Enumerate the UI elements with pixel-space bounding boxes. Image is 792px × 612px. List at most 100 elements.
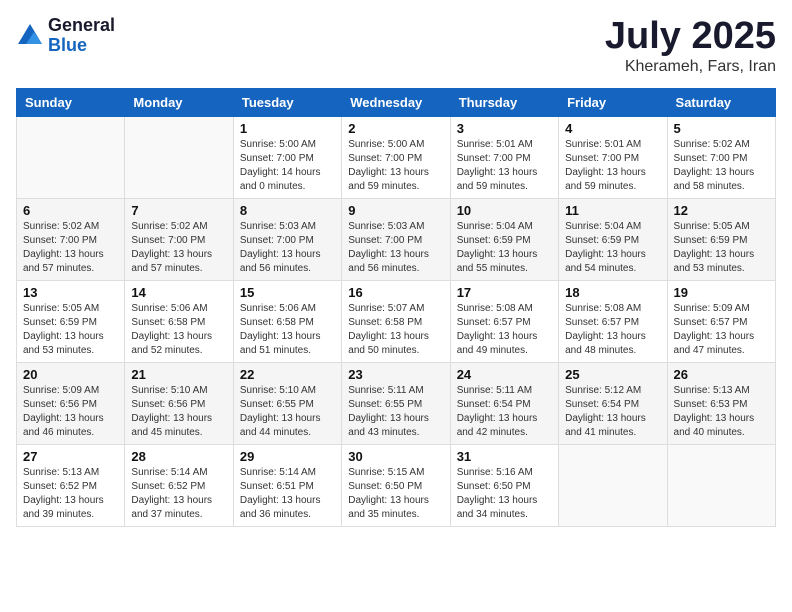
calendar-cell: 27 Sunrise: 5:13 AM Sunset: 6:52 PM Dayli… <box>17 444 125 526</box>
day-info: Sunrise: 5:13 AM Sunset: 6:52 PM Dayligh… <box>23 466 118 522</box>
weekday-header-sunday: Sunday <box>17 88 125 116</box>
weekday-header-row: SundayMondayTuesdayWednesdayThursdayFrid… <box>17 88 776 116</box>
calendar-cell: 21 Sunrise: 5:10 AM Sunset: 6:56 PM Dayli… <box>125 362 233 444</box>
calendar-cell: 19 Sunrise: 5:09 AM Sunset: 6:57 PM Dayli… <box>667 280 775 362</box>
calendar-cell: 16Sunrise: 5:07 AM Sunset: 6:58 PM Dayli… <box>342 280 450 362</box>
logo-blue: Blue <box>48 36 115 56</box>
calendar-row: 20 Sunrise: 5:09 AM Sunset: 6:56 PM Dayli… <box>17 362 776 444</box>
logo-text: General Blue <box>48 16 115 56</box>
page-header: General Blue July 2025 Kherameh, Fars, I… <box>16 16 776 76</box>
day-number: 14 <box>131 285 226 300</box>
calendar-cell <box>17 116 125 198</box>
day-number: 12 <box>674 203 769 218</box>
day-number: 13 <box>23 285 118 300</box>
calendar-cell: 8 Sunrise: 5:03 AM Sunset: 7:00 PM Daylig… <box>233 198 341 280</box>
day-info: Sunrise: 5:08 AM Sunset: 6:57 PM Dayligh… <box>457 302 552 358</box>
day-info: Sunrise: 5:06 AM Sunset: 6:58 PM Dayligh… <box>240 302 335 358</box>
day-number: 29 <box>240 449 335 464</box>
weekday-header-friday: Friday <box>559 88 667 116</box>
day-number: 19 <box>674 285 769 300</box>
calendar-cell: 25 Sunrise: 5:12 AM Sunset: 6:54 PM Dayli… <box>559 362 667 444</box>
day-number: 9 <box>348 203 443 218</box>
calendar-cell: 30 Sunrise: 5:15 AM Sunset: 6:50 PM Dayli… <box>342 444 450 526</box>
day-info: Sunrise: 5:10 AM Sunset: 6:56 PM Dayligh… <box>131 384 226 440</box>
calendar-cell: 20 Sunrise: 5:09 AM Sunset: 6:56 PM Dayli… <box>17 362 125 444</box>
day-info: Sunrise: 5:12 AM Sunset: 6:54 PM Dayligh… <box>565 384 660 440</box>
calendar-cell: 15 Sunrise: 5:06 AM Sunset: 6:58 PM Dayli… <box>233 280 341 362</box>
day-info: Sunrise: 5:09 AM Sunset: 6:57 PM Dayligh… <box>674 302 769 358</box>
day-info: Sunrise: 5:01 AM Sunset: 7:00 PM Dayligh… <box>565 138 660 194</box>
calendar-cell: 18 Sunrise: 5:08 AM Sunset: 6:57 PM Dayli… <box>559 280 667 362</box>
subtitle: Kherameh, Fars, Iran <box>605 58 776 76</box>
calendar-cell <box>667 444 775 526</box>
day-number: 30 <box>348 449 443 464</box>
day-number: 4 <box>565 121 660 136</box>
day-info: Sunrise: 5:01 AM Sunset: 7:00 PM Dayligh… <box>457 138 552 194</box>
calendar-cell: 10 Sunrise: 5:04 AM Sunset: 6:59 PM Dayli… <box>450 198 558 280</box>
weekday-header-wednesday: Wednesday <box>342 88 450 116</box>
calendar-cell: 4 Sunrise: 5:01 AM Sunset: 7:00 PM Daylig… <box>559 116 667 198</box>
weekday-header-saturday: Saturday <box>667 88 775 116</box>
day-info: Sunrise: 5:04 AM Sunset: 6:59 PM Dayligh… <box>457 220 552 276</box>
day-info: Sunrise: 5:11 AM Sunset: 6:54 PM Dayligh… <box>457 384 552 440</box>
day-number: 8 <box>240 203 335 218</box>
calendar-cell: 29 Sunrise: 5:14 AM Sunset: 6:51 PM Dayli… <box>233 444 341 526</box>
logo: General Blue <box>16 16 115 56</box>
day-number: 16 <box>348 285 443 300</box>
day-number: 20 <box>23 367 118 382</box>
calendar-cell: 24Sunrise: 5:11 AM Sunset: 6:54 PM Dayli… <box>450 362 558 444</box>
calendar-cell: 26 Sunrise: 5:13 AM Sunset: 6:53 PM Dayli… <box>667 362 775 444</box>
calendar-cell: 22Sunrise: 5:10 AM Sunset: 6:55 PM Dayli… <box>233 362 341 444</box>
day-number: 25 <box>565 367 660 382</box>
day-number: 23 <box>348 367 443 382</box>
day-number: 27 <box>23 449 118 464</box>
calendar-cell: 13 Sunrise: 5:05 AM Sunset: 6:59 PM Dayli… <box>17 280 125 362</box>
day-number: 22 <box>240 367 335 382</box>
calendar-row: 13 Sunrise: 5:05 AM Sunset: 6:59 PM Dayli… <box>17 280 776 362</box>
day-info: Sunrise: 5:16 AM Sunset: 6:50 PM Dayligh… <box>457 466 552 522</box>
day-number: 18 <box>565 285 660 300</box>
title-section: July 2025 Kherameh, Fars, Iran <box>605 16 776 76</box>
day-info: Sunrise: 5:03 AM Sunset: 7:00 PM Dayligh… <box>348 220 443 276</box>
day-info: Sunrise: 5:05 AM Sunset: 6:59 PM Dayligh… <box>23 302 118 358</box>
day-info: Sunrise: 5:02 AM Sunset: 7:00 PM Dayligh… <box>23 220 118 276</box>
day-number: 26 <box>674 367 769 382</box>
calendar-cell: 3Sunrise: 5:01 AM Sunset: 7:00 PM Daylig… <box>450 116 558 198</box>
day-number: 5 <box>674 121 769 136</box>
day-info: Sunrise: 5:04 AM Sunset: 6:59 PM Dayligh… <box>565 220 660 276</box>
calendar-cell: 31Sunrise: 5:16 AM Sunset: 6:50 PM Dayli… <box>450 444 558 526</box>
calendar-cell: 7Sunrise: 5:02 AM Sunset: 7:00 PM Daylig… <box>125 198 233 280</box>
day-info: Sunrise: 5:00 AM Sunset: 7:00 PM Dayligh… <box>240 138 335 194</box>
calendar-cell <box>559 444 667 526</box>
calendar-cell: 12 Sunrise: 5:05 AM Sunset: 6:59 PM Dayli… <box>667 198 775 280</box>
day-info: Sunrise: 5:09 AM Sunset: 6:56 PM Dayligh… <box>23 384 118 440</box>
day-info: Sunrise: 5:05 AM Sunset: 6:59 PM Dayligh… <box>674 220 769 276</box>
calendar-cell: 2 Sunrise: 5:00 AM Sunset: 7:00 PM Daylig… <box>342 116 450 198</box>
day-number: 11 <box>565 203 660 218</box>
day-info: Sunrise: 5:13 AM Sunset: 6:53 PM Dayligh… <box>674 384 769 440</box>
day-number: 2 <box>348 121 443 136</box>
day-info: Sunrise: 5:14 AM Sunset: 6:51 PM Dayligh… <box>240 466 335 522</box>
calendar-cell: 14 Sunrise: 5:06 AM Sunset: 6:58 PM Dayli… <box>125 280 233 362</box>
calendar-cell: 9 Sunrise: 5:03 AM Sunset: 7:00 PM Daylig… <box>342 198 450 280</box>
calendar-body: 1Sunrise: 5:00 AM Sunset: 7:00 PM Daylig… <box>17 116 776 526</box>
day-info: Sunrise: 5:00 AM Sunset: 7:00 PM Dayligh… <box>348 138 443 194</box>
day-info: Sunrise: 5:06 AM Sunset: 6:58 PM Dayligh… <box>131 302 226 358</box>
weekday-header-thursday: Thursday <box>450 88 558 116</box>
day-info: Sunrise: 5:11 AM Sunset: 6:55 PM Dayligh… <box>348 384 443 440</box>
day-number: 21 <box>131 367 226 382</box>
calendar-cell <box>125 116 233 198</box>
day-number: 7 <box>131 203 226 218</box>
weekday-header-monday: Monday <box>125 88 233 116</box>
calendar-cell: 5Sunrise: 5:02 AM Sunset: 7:00 PM Daylig… <box>667 116 775 198</box>
day-info: Sunrise: 5:08 AM Sunset: 6:57 PM Dayligh… <box>565 302 660 358</box>
calendar-header: SundayMondayTuesdayWednesdayThursdayFrid… <box>17 88 776 116</box>
calendar-row: 27 Sunrise: 5:13 AM Sunset: 6:52 PM Dayli… <box>17 444 776 526</box>
day-info: Sunrise: 5:15 AM Sunset: 6:50 PM Dayligh… <box>348 466 443 522</box>
calendar-cell: 1Sunrise: 5:00 AM Sunset: 7:00 PM Daylig… <box>233 116 341 198</box>
day-number: 10 <box>457 203 552 218</box>
calendar-table: SundayMondayTuesdayWednesdayThursdayFrid… <box>16 88 776 527</box>
day-info: Sunrise: 5:03 AM Sunset: 7:00 PM Dayligh… <box>240 220 335 276</box>
day-number: 15 <box>240 285 335 300</box>
calendar-row: 6Sunrise: 5:02 AM Sunset: 7:00 PM Daylig… <box>17 198 776 280</box>
